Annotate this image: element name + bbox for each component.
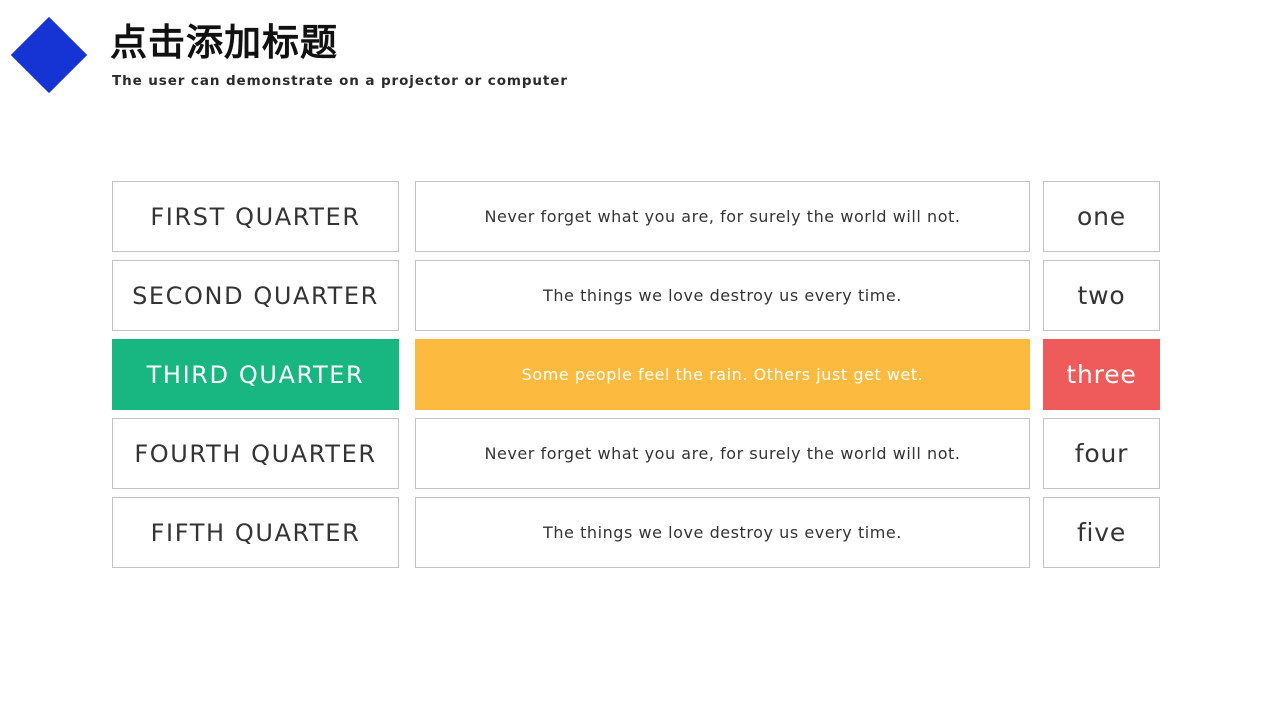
row-description-cell[interactable]: Never forget what you are, for surely th…: [415, 181, 1030, 252]
row-label-cell[interactable]: THIRD QUARTER: [112, 339, 399, 410]
row-description-cell[interactable]: Never forget what you are, for surely th…: [415, 418, 1030, 489]
row-index-cell[interactable]: two: [1043, 260, 1160, 331]
quarter-matrix: FIRST QUARTER Never forget what you are, …: [112, 181, 1160, 568]
row-description-cell[interactable]: Some people feel the rain. Others just g…: [415, 339, 1030, 410]
page-title: 点击添加标题: [110, 21, 338, 64]
slide-header: 点击添加标题 The user can demonstrate on a pro…: [0, 0, 1280, 110]
table-row: FIFTH QUARTER The things we love destroy …: [112, 497, 1160, 568]
row-label-cell[interactable]: FIRST QUARTER: [112, 181, 399, 252]
header-text-block: 点击添加标题 The user can demonstrate on a pro…: [110, 20, 568, 90]
row-label-cell[interactable]: FIFTH QUARTER: [112, 497, 399, 568]
table-row: FIRST QUARTER Never forget what you are, …: [112, 181, 1160, 252]
table-row: SECOND QUARTER The things we love destroy…: [112, 260, 1160, 331]
row-label-cell[interactable]: FOURTH QUARTER: [112, 418, 399, 489]
row-description-cell[interactable]: The things we love destroy us every time…: [415, 260, 1030, 331]
row-index-cell[interactable]: four: [1043, 418, 1160, 489]
table-row: FOURTH QUARTER Never forget what you are,…: [112, 418, 1160, 489]
diamond-icon: [10, 16, 88, 94]
table-row: THIRD QUARTER Some people feel the rain. …: [112, 339, 1160, 410]
row-label-cell[interactable]: SECOND QUARTER: [112, 260, 399, 331]
row-index-cell[interactable]: five: [1043, 497, 1160, 568]
row-index-cell[interactable]: one: [1043, 181, 1160, 252]
row-index-cell[interactable]: three: [1043, 339, 1160, 410]
page-subtitle: The user can demonstrate on a projector …: [112, 73, 568, 89]
row-description-cell[interactable]: The things we love destroy us every time…: [415, 497, 1030, 568]
